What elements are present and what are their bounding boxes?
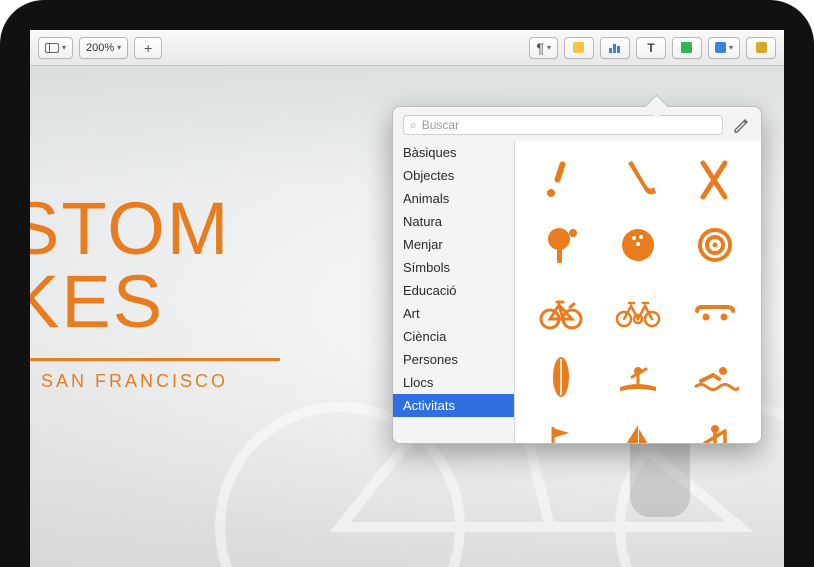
shape-table-tennis[interactable]	[537, 223, 585, 267]
document-heading-block: STOM KES S, SAN FRANCISCO	[30, 186, 280, 392]
category-item-persones[interactable]: Persones	[393, 348, 514, 371]
toolbar: ▾ 200% ▾ + ¶ ▾ T	[30, 30, 784, 66]
chart-icon	[609, 42, 620, 53]
shape-cricket-bat[interactable]	[537, 157, 585, 201]
comment-icon	[756, 42, 767, 53]
category-item-objectes[interactable]: Objectes	[393, 164, 514, 187]
insert-media-button[interactable]: ▾	[708, 37, 740, 59]
shape-icon	[681, 42, 692, 53]
category-item-art[interactable]: Art	[393, 302, 514, 325]
chevron-down-icon: ▾	[729, 43, 733, 52]
chevron-down-icon: ▾	[117, 43, 121, 52]
paragraph-styles-button[interactable]: ¶ ▾	[529, 37, 558, 59]
shape-hockey-stick[interactable]	[614, 157, 662, 201]
shape-hiking[interactable]	[691, 421, 739, 443]
heading-subtitle: S, SAN FRANCISCO	[30, 371, 280, 392]
view-menu-button[interactable]: ▾	[38, 37, 73, 59]
shape-bicycle[interactable]	[537, 289, 585, 333]
insert-comment-button[interactable]	[746, 37, 776, 59]
plus-icon: +	[144, 40, 152, 56]
zoom-button[interactable]: 200% ▾	[79, 37, 128, 59]
heading-line-2: KES	[30, 259, 280, 344]
shape-category-list[interactable]: BàsiquesObjectesAnimalsNaturaMenjarSímbo…	[393, 141, 515, 443]
shape-tandem-bicycle[interactable]	[614, 289, 662, 333]
insert-text-button[interactable]: T	[636, 37, 666, 59]
category-item-símbols[interactable]: Símbols	[393, 256, 514, 279]
zoom-value: 200%	[86, 42, 114, 54]
shape-sailboat[interactable]	[614, 421, 662, 443]
shape-target-darts[interactable]	[691, 223, 739, 267]
document-canvas[interactable]: STOM KES S, SAN FRANCISCO ⌕ Buscar	[30, 66, 784, 567]
category-item-llocs[interactable]: Llocs	[393, 371, 514, 394]
popover-header: ⌕ Buscar	[393, 107, 761, 141]
insert-table-button[interactable]	[564, 37, 594, 59]
edit-shapes-button[interactable]	[731, 115, 751, 135]
shape-skateboard[interactable]	[691, 289, 739, 333]
chevron-down-icon: ▾	[62, 43, 66, 52]
shape-rowing[interactable]	[614, 355, 662, 399]
category-item-menjar[interactable]: Menjar	[393, 233, 514, 256]
shape-ski-poles[interactable]	[691, 157, 739, 201]
category-item-activitats[interactable]: Activitats	[393, 394, 514, 417]
shape-bowling-ball[interactable]	[614, 223, 662, 267]
chevron-down-icon: ▾	[547, 43, 551, 52]
table-icon	[573, 42, 584, 53]
shape-grid[interactable]	[515, 141, 761, 443]
heading-rule	[30, 358, 280, 361]
search-placeholder: Buscar	[422, 118, 459, 132]
media-icon	[715, 42, 726, 53]
shape-surfboard[interactable]	[537, 355, 585, 399]
category-item-bàsiques[interactable]: Bàsiques	[393, 141, 514, 164]
category-item-educació[interactable]: Educació	[393, 279, 514, 302]
add-page-button[interactable]: +	[134, 37, 162, 59]
category-item-natura[interactable]: Natura	[393, 210, 514, 233]
shapes-popover: ⌕ Buscar BàsiquesObjectesAnimalsNaturaMe…	[392, 106, 762, 444]
shape-golf-flag[interactable]	[537, 421, 585, 443]
shape-search-input[interactable]: ⌕ Buscar	[403, 115, 723, 135]
pilcrow-icon: ¶	[536, 40, 544, 56]
shape-swimming[interactable]	[691, 355, 739, 399]
sidebar-layout-icon	[45, 43, 59, 53]
category-item-animals[interactable]: Animals	[393, 187, 514, 210]
search-icon: ⌕	[410, 118, 417, 133]
insert-shape-button[interactable]	[672, 37, 702, 59]
insert-chart-button[interactable]	[600, 37, 630, 59]
text-icon: T	[647, 41, 654, 55]
pencil-icon	[733, 117, 749, 133]
category-item-ciència[interactable]: Ciència	[393, 325, 514, 348]
